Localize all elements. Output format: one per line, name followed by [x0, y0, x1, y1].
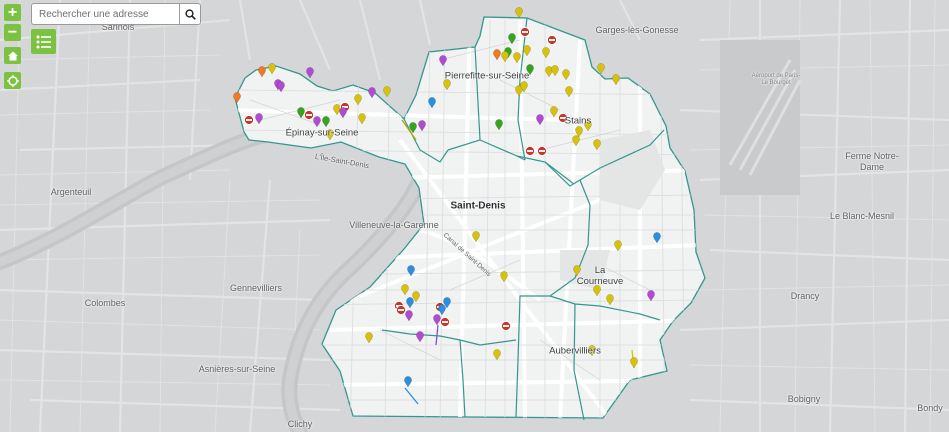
- no-entry-marker[interactable]: [519, 26, 531, 38]
- minus-icon: −: [7, 23, 18, 41]
- place-label-argenteuil: Argenteuil: [50, 187, 92, 197]
- place-label-garges: Garges-lès-Gonesse: [595, 25, 679, 35]
- home-button[interactable]: [4, 47, 21, 64]
- home-icon: [7, 51, 18, 60]
- no-entry-marker[interactable]: [524, 145, 536, 157]
- place-label-bondy: Bondy: [917, 403, 943, 413]
- place-label-drancy: Drancy: [790, 291, 820, 301]
- zoom-in-button[interactable]: +: [4, 4, 21, 21]
- layers-list-button[interactable]: [31, 29, 56, 54]
- place-label-epinay: Épinay-sur-Seine: [285, 127, 359, 139]
- address-search-bar: [31, 3, 201, 25]
- list-icon: [36, 35, 51, 48]
- place-label-pierrefitte: Pierrefitte-sur-Seine: [444, 70, 530, 82]
- zoom-out-button[interactable]: −: [4, 24, 21, 41]
- no-entry-marker[interactable]: [439, 316, 451, 328]
- no-entry-marker[interactable]: [395, 304, 407, 316]
- no-entry-marker[interactable]: [303, 109, 315, 121]
- place-label-asnieres: Asnières-sur-Seine: [198, 364, 276, 374]
- place-label-clichy: Clichy: [287, 419, 313, 429]
- place-label-colombes: Colombes: [84, 298, 126, 308]
- place-label-le-blanc-mesnil: Le Blanc-Mesnil: [829, 211, 895, 221]
- place-label-airport: Aéroport de Paris-Le Bourget: [751, 73, 801, 86]
- no-entry-marker[interactable]: [536, 145, 548, 157]
- place-label-stains: Stains: [564, 115, 592, 127]
- place-label-gennevilliers: Gennevilliers: [229, 283, 283, 293]
- no-entry-marker[interactable]: [243, 114, 255, 126]
- search-icon: [184, 8, 196, 20]
- address-search-input[interactable]: [32, 4, 179, 24]
- no-entry-marker[interactable]: [500, 320, 512, 332]
- search-button[interactable]: [179, 4, 200, 24]
- locate-icon: [6, 74, 19, 87]
- place-label-aubervilliers: Aubervilliers: [549, 345, 601, 357]
- place-label-bobigny: Bobigny: [787, 394, 821, 404]
- airport-area: [720, 40, 802, 195]
- map-canvas[interactable]: [0, 0, 949, 432]
- no-entry-marker[interactable]: [546, 34, 558, 46]
- locate-button[interactable]: [4, 72, 21, 89]
- plus-icon: +: [7, 3, 18, 21]
- place-label-villeneuve: Villeneuve-la-Garenne: [349, 220, 439, 230]
- place-label-saint-denis: Saint-Denis: [450, 200, 506, 212]
- place-label-la-courneuve: La Courneuve: [576, 265, 624, 287]
- place-label-ferme: Ferme Notre-Dame: [845, 151, 899, 172]
